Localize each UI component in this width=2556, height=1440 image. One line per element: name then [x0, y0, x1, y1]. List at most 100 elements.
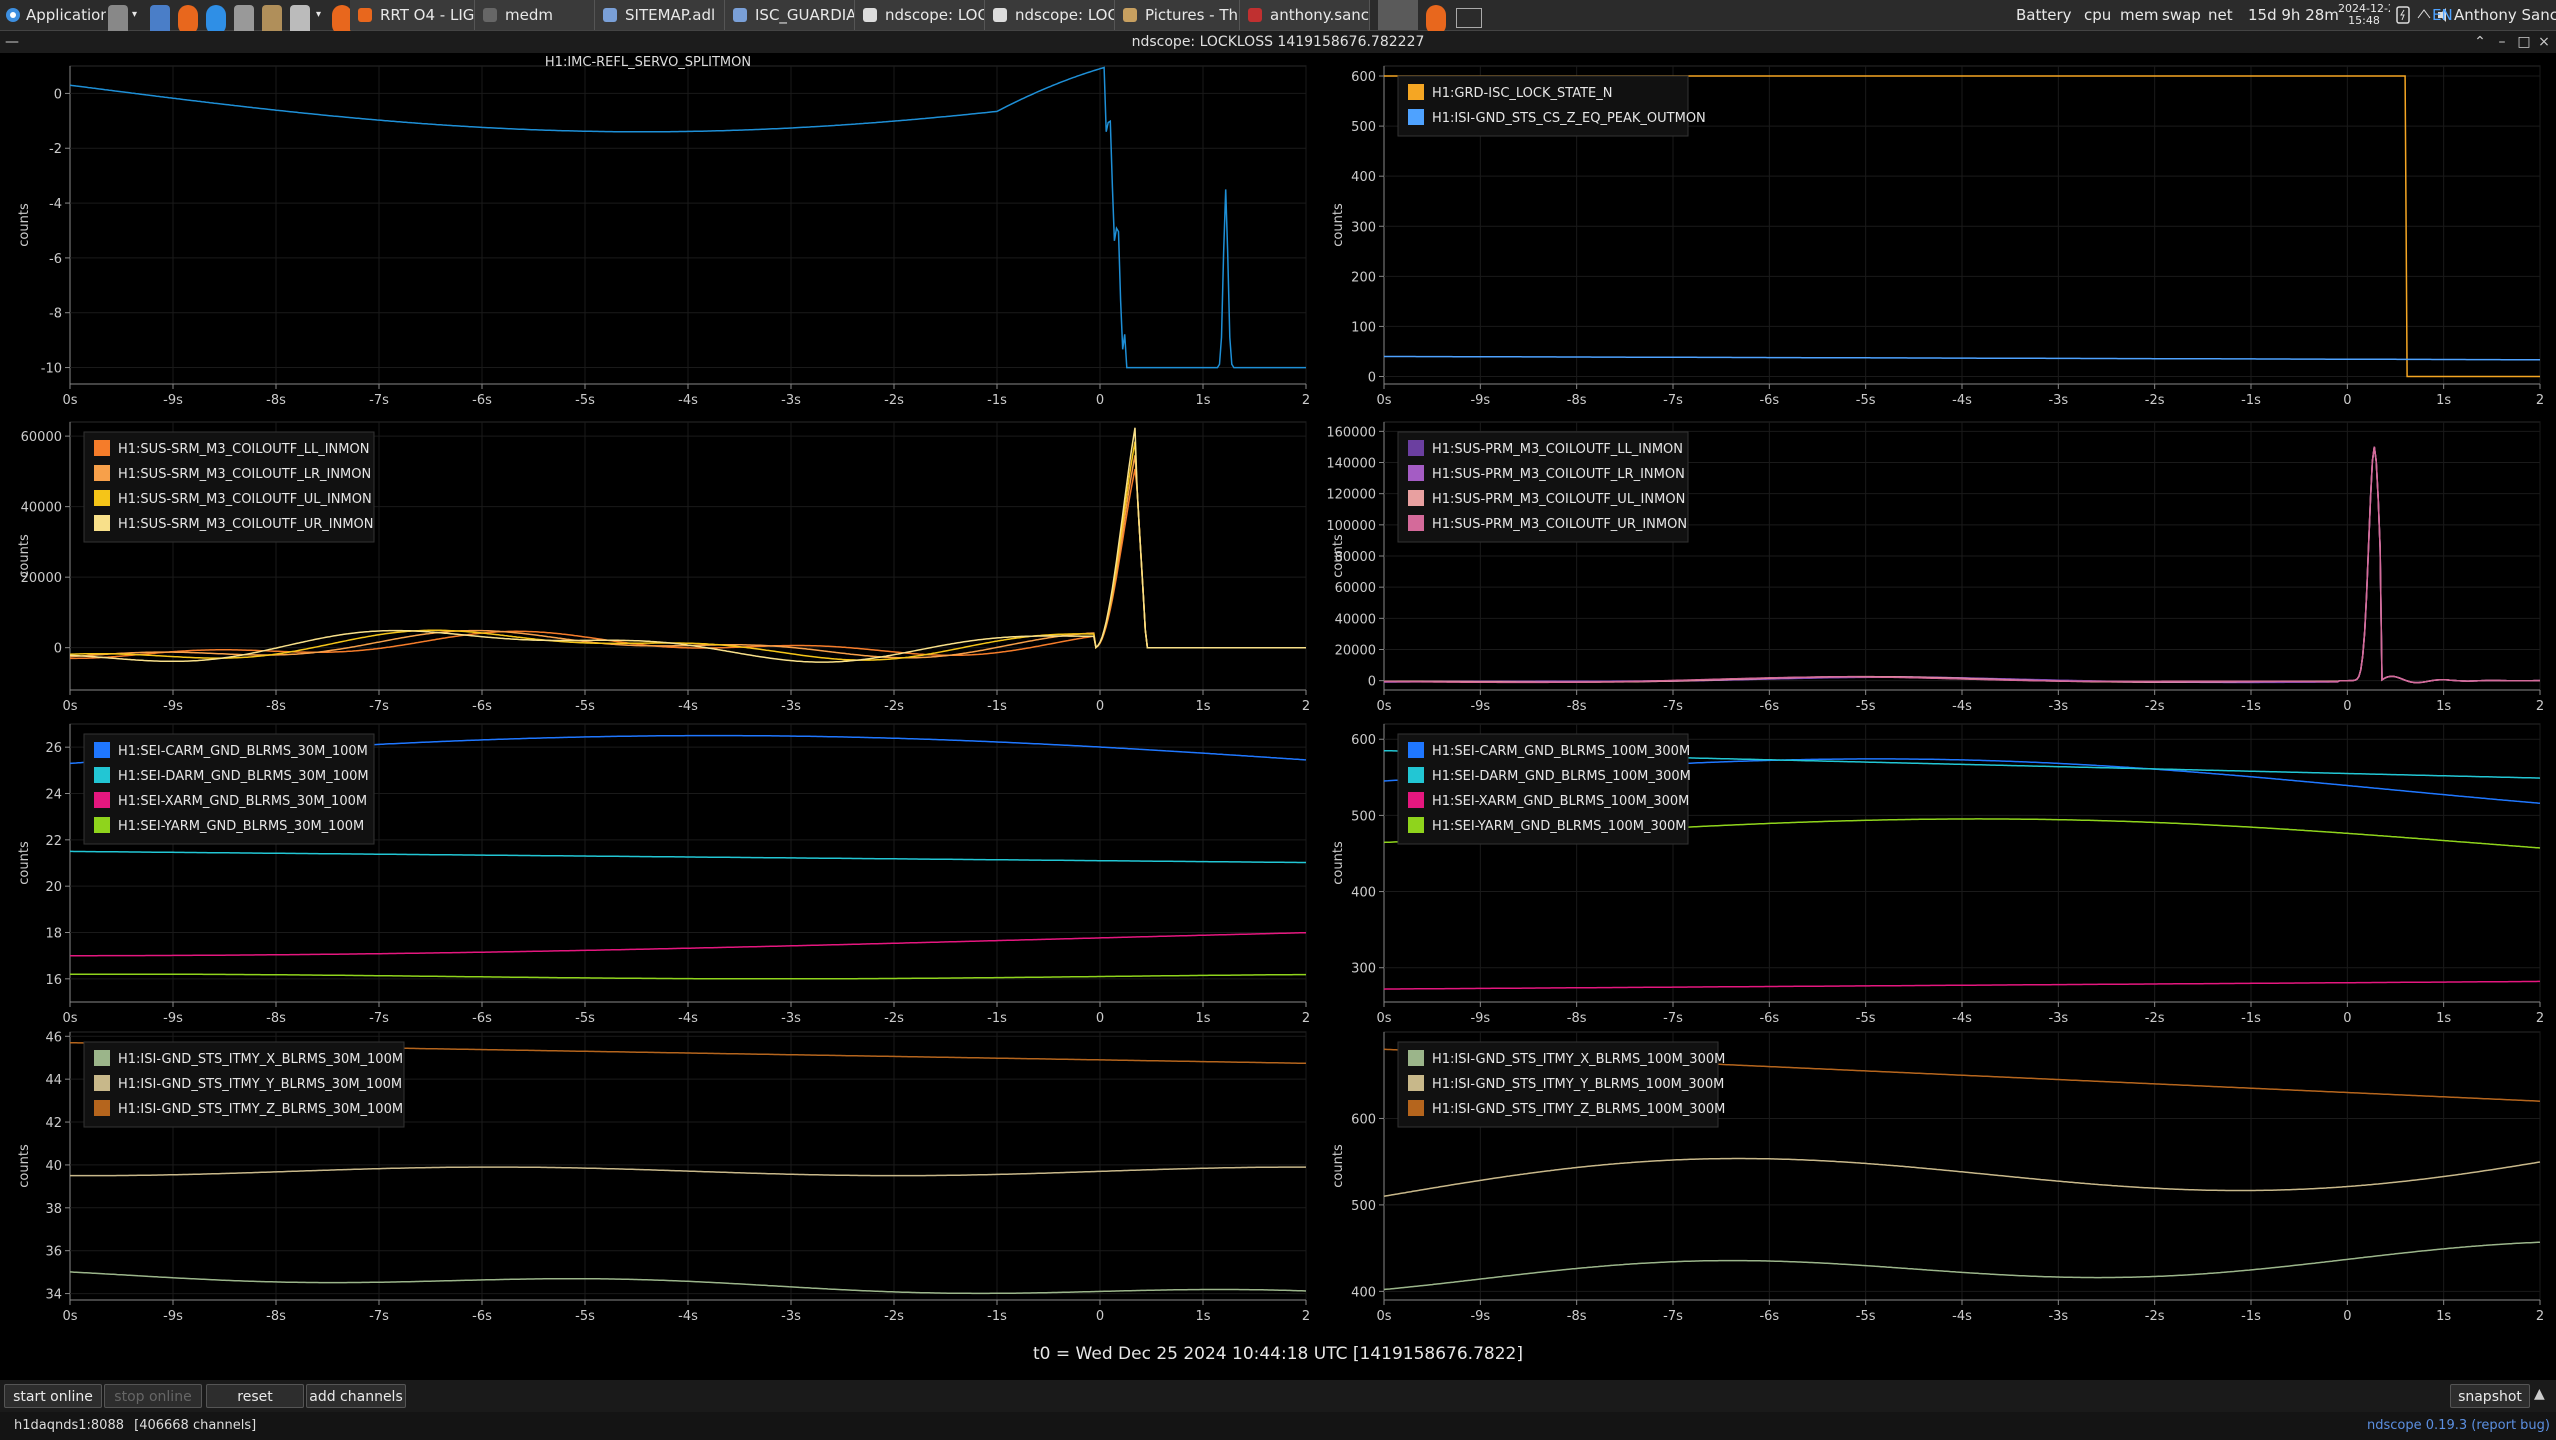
close-icon[interactable]: × — [2534, 31, 2554, 53]
workspace-2[interactable] — [1456, 8, 1482, 28]
legend-label[interactable]: H1:SUS-PRM_M3_COILOUTF_LL_INMON — [1432, 442, 1683, 457]
legend-swatch[interactable] — [94, 490, 110, 506]
add-channels-button[interactable]: add channels — [306, 1384, 406, 1408]
legend-label[interactable]: H1:SEI-YARM_GND_BLRMS_100M_300M — [1432, 819, 1686, 834]
legend-swatch[interactable] — [1408, 742, 1424, 758]
battery-monitor[interactable]: Battery — [2008, 0, 2080, 30]
legend-swatch[interactable] — [1408, 1050, 1424, 1066]
start-online-button[interactable]: start online — [4, 1384, 102, 1408]
legend-swatch[interactable] — [1408, 515, 1424, 531]
legend-swatch[interactable] — [94, 767, 110, 783]
legend-swatch[interactable] — [94, 792, 110, 808]
bottom-toolbar: start online stop online reset add chann… — [0, 1380, 2556, 1412]
legend-swatch[interactable] — [94, 1050, 110, 1066]
report-bug-link[interactable]: (report bug) — [2471, 1418, 2550, 1433]
task-anthony[interactable]: anthony.sanc... — [1240, 0, 1370, 30]
task-sitemap[interactable]: SITEMAP.adl — [595, 0, 725, 30]
legend-label[interactable]: H1:SEI-DARM_GND_BLRMS_100M_300M — [1432, 769, 1691, 784]
plot-panel-p2[interactable]: 0s -9s -8s -7s -6s -5s -4s -3s -2s -1s 0 1s 2 600 500 4… — [1331, 65, 2544, 408]
legend-label[interactable]: H1:GRD-ISC_LOCK_STATE_N — [1432, 86, 1612, 101]
legend-label[interactable]: H1:ISI-GND_STS_ITMY_Z_BLRMS_30M_100M — [118, 1102, 403, 1117]
reset-button[interactable]: reset — [206, 1384, 304, 1408]
plot-panel-p4[interactable]: 0s -9s -8s -7s -6s -5s -4s -3s -2s -1s 0 1s 2 160000 1… — [1326, 421, 2544, 714]
task-medm[interactable]: medm — [475, 0, 595, 30]
legend-swatch[interactable] — [1408, 817, 1424, 833]
stop-online-button[interactable]: stop online — [104, 1384, 202, 1408]
plot-panel-p8[interactable]: 0s -9s -8s -7s -6s -5s -4s -3s -2s -1s 0 1s 2 600 500 4… — [1331, 1031, 2544, 1324]
legend-swatch[interactable] — [94, 1075, 110, 1091]
legend-label[interactable]: H1:SEI-CARM_GND_BLRMS_100M_300M — [1432, 744, 1690, 759]
legend-label[interactable]: H1:ISI-GND_STS_ITMY_Y_BLRMS_100M_300M — [1432, 1077, 1724, 1092]
workspace-1[interactable] — [1378, 0, 1418, 30]
task-pictures[interactable]: Pictures - Thu... — [1115, 0, 1240, 30]
legend-swatch[interactable] — [94, 515, 110, 531]
task-ndscope-1[interactable]: ndscope: LOC... — [855, 0, 985, 30]
plot-panel-p3[interactable]: 0s -9s -8s -7s -6s -5s -4s -3s -2s -1s 0 1s 2 60000 40… — [17, 421, 1310, 714]
applications-menu[interactable]: Applications — [26, 0, 106, 30]
task-isc-guardian[interactable]: ISC_GUARDIA... — [725, 0, 855, 30]
maximize-icon[interactable]: □ — [2514, 31, 2534, 53]
legend-label[interactable]: H1:SEI-CARM_GND_BLRMS_30M_100M — [118, 744, 368, 759]
window-menu-icon[interactable]: — — [2, 31, 22, 53]
x-tick-label: -6s — [1759, 1309, 1779, 1324]
legend-label[interactable]: H1:SUS-PRM_M3_COILOUTF_LR_INMON — [1432, 467, 1685, 482]
legend-swatch[interactable] — [1408, 465, 1424, 481]
y-tick-label: 100000 — [1326, 519, 1376, 534]
legend-label[interactable]: H1:SUS-SRM_M3_COILOUTF_UR_INMON — [118, 517, 374, 532]
legend-swatch[interactable] — [1408, 1100, 1424, 1116]
applications-menu-icon[interactable] — [4, 0, 22, 30]
plot-panel-p7[interactable]: 0s -9s -8s -7s -6s -5s -4s -3s -2s -1s 0 1s 2 46 44 42 4… — [17, 1030, 1310, 1324]
network-status-icon[interactable] — [2416, 0, 2432, 30]
x-tick-label: -9s — [163, 699, 183, 714]
legend-swatch[interactable] — [1408, 84, 1424, 100]
legend-swatch[interactable] — [1408, 490, 1424, 506]
legend-label[interactable]: H1:SUS-SRM_M3_COILOUTF_LR_INMON — [118, 467, 371, 482]
legend-swatch[interactable] — [1408, 1075, 1424, 1091]
legend-label[interactable]: H1:SUS-PRM_M3_COILOUTF_UR_INMON — [1432, 517, 1687, 532]
y-tick-label: -4 — [49, 197, 62, 212]
legend-label[interactable]: H1:SUS-SRM_M3_COILOUTF_LL_INMON — [118, 442, 369, 457]
net-monitor[interactable]: net — [2200, 0, 2241, 30]
legend-swatch[interactable] — [1408, 440, 1424, 456]
legend-swatch[interactable] — [94, 465, 110, 481]
legend-label[interactable]: H1:SEI-YARM_GND_BLRMS_30M_100M — [118, 819, 364, 834]
x-tick-label: -1s — [2241, 1011, 2261, 1026]
legend-label[interactable]: H1:SEI-XARM_GND_BLRMS_100M_300M — [1432, 794, 1689, 809]
legend-label[interactable]: H1:ISI-GND_STS_ITMY_Y_BLRMS_30M_100M — [118, 1077, 402, 1092]
minimize-icon[interactable]: – — [2492, 31, 2512, 53]
legend-swatch[interactable] — [94, 1100, 110, 1116]
chevron-down-icon[interactable]: ▾ — [316, 0, 326, 30]
plot-panel-p5[interactable]: 0s -9s -8s -7s -6s -5s -4s -3s -2s -1s 0 1s 2 26 24 22 2… — [17, 723, 1310, 1026]
legend-label[interactable]: H1:ISI-GND_STS_ITMY_Z_BLRMS_100M_300M — [1432, 1102, 1725, 1117]
legend-swatch[interactable] — [94, 440, 110, 456]
plot-panel-p6[interactable]: 0s -9s -8s -7s -6s -5s -4s -3s -2s -1s 0 1s 2 600 500 4… — [1331, 723, 2544, 1026]
legend-label[interactable]: H1:ISI-GND_STS_ITMY_X_BLRMS_30M_100M — [118, 1052, 403, 1067]
shade-icon[interactable]: ⌃ — [2470, 31, 2490, 53]
legend-swatch[interactable] — [94, 817, 110, 833]
y-axis-label: counts — [17, 841, 32, 885]
x-tick-label: 0s — [1376, 1309, 1391, 1324]
user-menu[interactable]: Anthony Sanchez — [2454, 0, 2556, 30]
x-tick-label: -7s — [369, 393, 389, 408]
legend-label[interactable]: H1:ISI-GND_STS_ITMY_X_BLRMS_100M_300M — [1432, 1052, 1725, 1067]
keyboard-layout[interactable]: EN — [2432, 0, 2453, 30]
plot-panel-p1[interactable]: 0s -9s -8s -7s -6s -5s -4s -3s -2s -1s 0 1s 2 0 -2 -4 -6… — [17, 55, 1310, 408]
legend-label[interactable]: H1:SEI-XARM_GND_BLRMS_30M_100M — [118, 794, 367, 809]
task-rrt[interactable]: RRT O4 - LIGO... — [350, 0, 475, 30]
clock[interactable]: 2024-12-25 15:48 — [2338, 3, 2390, 29]
version-link[interactable]: ndscope 0.19.3 — [2367, 1418, 2467, 1433]
y-tick-label: 38 — [45, 1202, 62, 1217]
legend-swatch[interactable] — [1408, 109, 1424, 125]
expand-up-icon[interactable]: ▲ — [2534, 1386, 2552, 1404]
snapshot-button[interactable]: snapshot — [2450, 1384, 2530, 1408]
legend-label[interactable]: H1:SUS-PRM_M3_COILOUTF_UL_INMON — [1432, 492, 1685, 507]
legend-swatch[interactable] — [1408, 792, 1424, 808]
legend-swatch[interactable] — [94, 742, 110, 758]
legend-swatch[interactable] — [1408, 767, 1424, 783]
chevron-down-icon[interactable]: ▾ — [132, 0, 142, 30]
power-icon[interactable] — [2394, 0, 2412, 30]
legend-label[interactable]: H1:ISI-GND_STS_CS_Z_EQ_PEAK_OUTMON — [1432, 111, 1706, 126]
legend-label[interactable]: H1:SEI-DARM_GND_BLRMS_30M_100M — [118, 769, 369, 784]
legend-label[interactable]: H1:SUS-SRM_M3_COILOUTF_UL_INMON — [118, 492, 372, 507]
task-ndscope-2[interactable]: ndscope: LOC... — [985, 0, 1115, 30]
